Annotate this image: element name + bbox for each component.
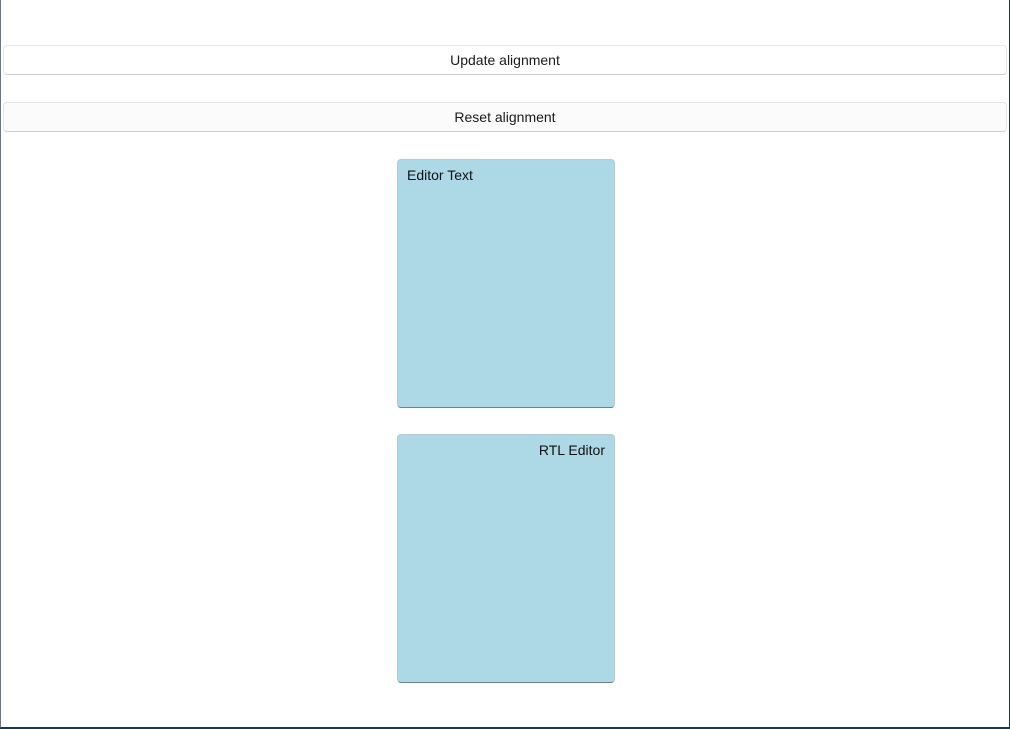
editor-text-content: Editor Text xyxy=(407,167,473,183)
app-window: Update alignment Reset alignment Editor … xyxy=(0,0,1010,728)
rtl-editor-text-content: RTL Editor xyxy=(538,442,605,458)
editor-text-area[interactable]: Editor Text xyxy=(397,159,615,408)
rtl-editor-text-area[interactable]: RTL Editor xyxy=(397,434,615,683)
update-alignment-button[interactable]: Update alignment xyxy=(3,45,1007,75)
reset-alignment-button[interactable]: Reset alignment xyxy=(3,102,1007,132)
